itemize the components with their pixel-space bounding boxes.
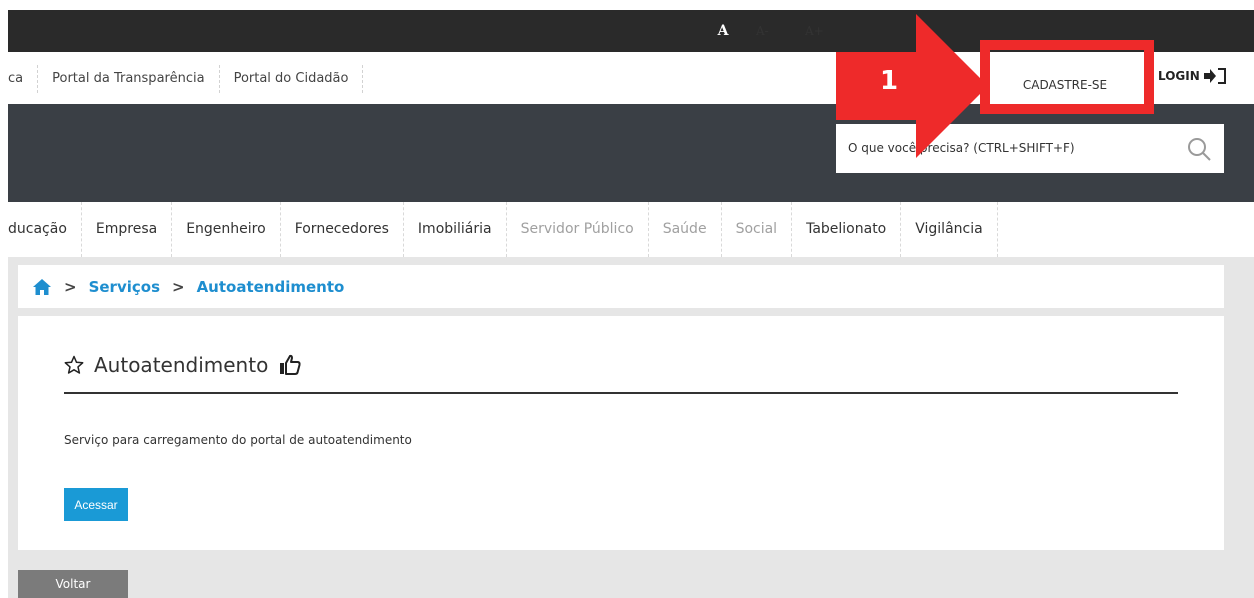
utility-links: ca Portal da Transparência Portal do Cid… [8,65,364,93]
annotation-number: 1 [880,66,899,96]
util-link-partial[interactable]: ca [8,65,39,93]
annotation-arrow-icon [836,14,988,158]
nav-item-vigilancia[interactable]: Vigilância [901,202,998,257]
breadcrumb-autoatendimento[interactable]: Autoatendimento [197,278,345,296]
page: ca Portal da Transparência Portal do Cid… [0,0,1254,598]
page-title: Autoatendimento [94,353,269,377]
nav-item-imobiliaria[interactable]: Imobiliária [404,202,507,257]
favorite-star-icon[interactable] [64,355,84,375]
card-title-row: Autoatendimento [64,353,302,377]
util-link-cidadao[interactable]: Portal do Cidadão [220,65,364,93]
nav-item-educacao[interactable]: ducação [8,202,82,257]
thumbs-up-icon[interactable] [278,353,302,377]
font-decrease-button[interactable]: A- [756,24,769,38]
nav-item-fornecedores[interactable]: Fornecedores [281,202,404,257]
nav-item-servidor-publico[interactable]: Servidor Público [507,202,649,257]
annotation-highlight-box [980,40,1154,114]
home-icon[interactable] [32,278,52,296]
nav-item-saude[interactable]: Saúde [649,202,722,257]
breadcrumb-separator: > [172,277,185,296]
nav-item-engenheiro[interactable]: Engenheiro [172,202,281,257]
nav-item-tabelionato[interactable]: Tabelionato [792,202,902,257]
font-normal-button[interactable]: A [704,10,742,52]
breadcrumb: > Serviços > Autoatendimento [18,265,1224,308]
service-description: Serviço para carregamento do portal de a… [64,433,412,447]
breadcrumb-separator: > [64,277,77,296]
main-nav: ducação Empresa Engenheiro Fornecedores … [8,202,1254,257]
service-card: Autoatendimento Serviço para carregament… [18,316,1224,550]
login-link[interactable]: LOGIN [1158,67,1229,85]
search-icon[interactable] [1186,136,1212,162]
login-icon [1203,68,1226,84]
voltar-button[interactable]: Voltar [18,570,128,598]
login-label: LOGIN [1158,69,1200,83]
title-divider [64,392,1178,394]
breadcrumb-servicos[interactable]: Serviços [89,278,160,296]
font-increase-button[interactable]: A+ [805,24,824,38]
nav-item-empresa[interactable]: Empresa [82,202,173,257]
util-link-transparencia[interactable]: Portal da Transparência [38,65,220,93]
nav-item-social[interactable]: Social [722,202,793,257]
acessar-button[interactable]: Acessar [64,488,128,521]
